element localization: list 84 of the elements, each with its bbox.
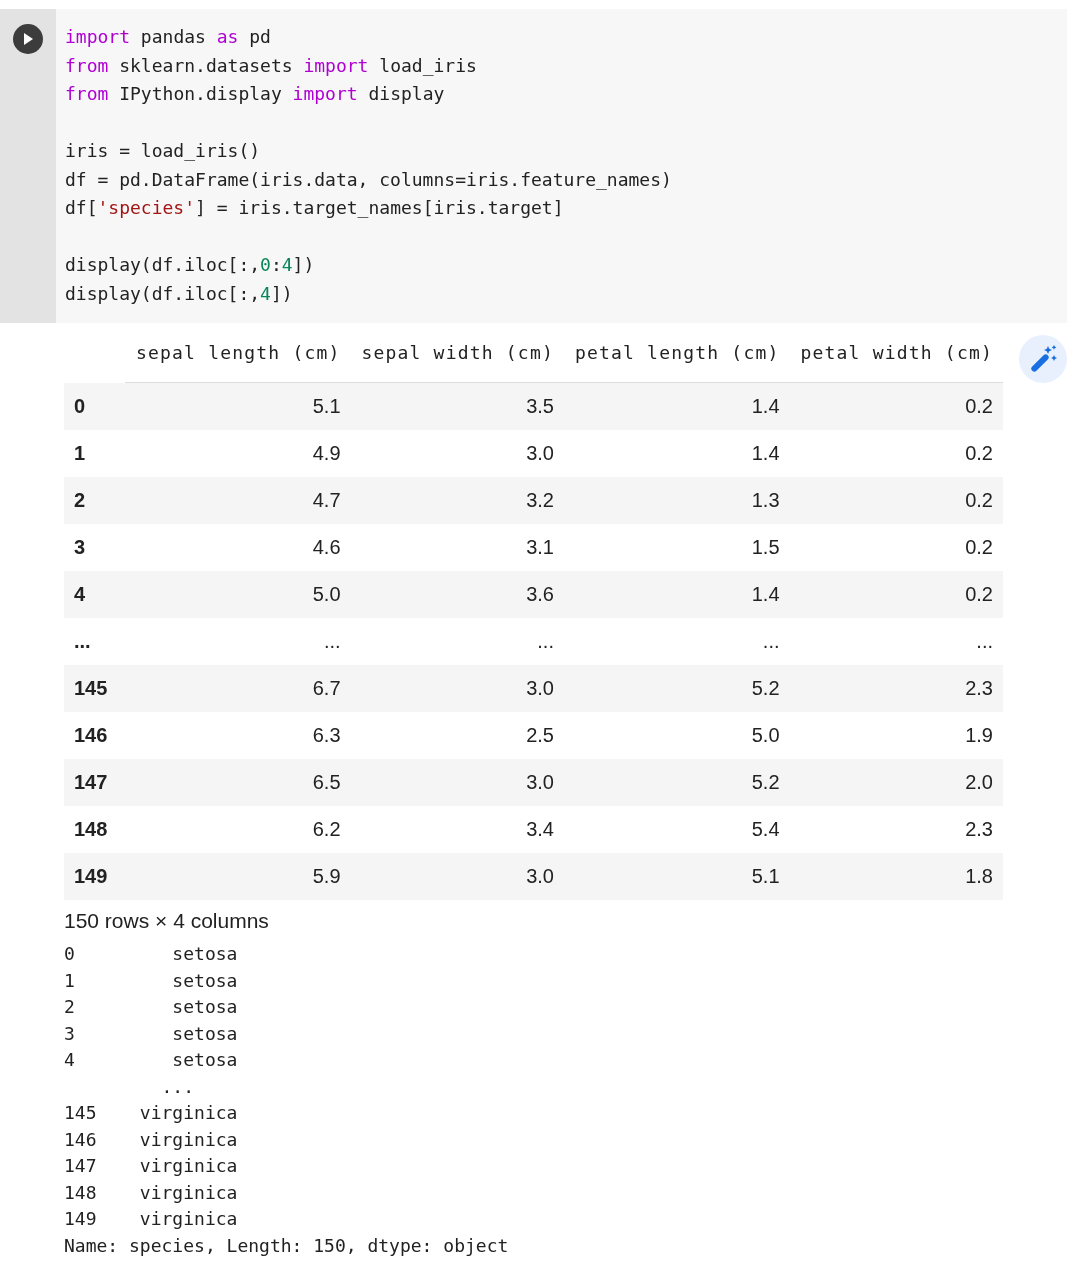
code-line: from IPython.display import display [65,82,446,106]
output-line: ... [160,1074,195,1099]
output-line: 2 setosa [64,995,238,1019]
table-cell: 3.5 [350,382,564,430]
output-line: 1 setosa [64,968,238,993]
table-cell: 2.0 [789,759,1003,806]
table-cell: ... [350,618,564,665]
output-line: 146 virginica [64,1127,238,1152]
table-cell: 1.9 [789,712,1003,759]
output-line: 145 virginica [64,1101,238,1125]
row-index: 145 [64,665,125,712]
table-cell: 3.6 [350,571,564,618]
table-cell: 2.5 [350,712,564,759]
table-cell: 1.8 [789,853,1003,900]
table-cell: 5.1 [564,853,790,900]
row-index: 3 [64,524,125,571]
column-header: petal width (cm) [789,335,1003,383]
row-index: 0 [64,382,125,430]
table-cell: 3.0 [350,430,564,477]
table-cell: 5.4 [564,806,790,853]
row-index: 1 [64,430,125,477]
table-cell: 1.4 [564,571,790,618]
table-cell: 3.1 [350,524,564,571]
table-cell: 0.2 [789,430,1003,477]
table-cell: ... [564,618,790,665]
code-line: display(df.iloc[:,4]) [65,281,294,306]
output-line: 0 setosa [64,942,238,966]
output-line: 4 setosa [64,1048,238,1072]
output-line: 147 virginica [64,1154,238,1178]
table-cell: 1.4 [564,430,790,477]
table-cell: 3.0 [350,853,564,900]
table-cell: 3.0 [350,665,564,712]
table-cell: 1.4 [564,382,790,430]
code-line: display(df.iloc[:,0:4]) [65,253,316,277]
row-index: 147 [64,759,125,806]
code-line: from sklearn.datasets import load_iris [65,53,478,78]
table-cell: ... [789,618,1003,665]
row-index: 148 [64,806,125,853]
table-cell: 0.2 [789,524,1003,571]
table-cell: 5.9 [125,853,351,900]
table-cell: 5.2 [564,665,790,712]
row-index: 2 [64,477,125,524]
magic-wand-button[interactable] [1019,335,1067,383]
table-cell: 0.2 [789,382,1003,430]
output-line: 148 virginica [64,1180,238,1205]
table-cell: 5.0 [125,571,351,618]
table-cell: 4.9 [125,430,351,477]
table-cell: 2.3 [789,806,1003,853]
output-line: 149 virginica [64,1207,238,1231]
play-icon [23,33,33,45]
code-line: import pandas as pd [65,25,272,49]
table-cell: 2.3 [789,665,1003,712]
table-cell: 1.5 [564,524,790,571]
table-cell: 0.2 [789,477,1003,524]
table-cell: 3.0 [350,759,564,806]
output-line: 3 setosa [64,1021,238,1046]
row-index: 4 [64,571,125,618]
code-line: iris = load_iris() [65,139,262,163]
code-line: df = pd.DataFrame(iris.data, columns=iris.feature_names) [65,167,673,192]
run-button[interactable] [13,24,43,54]
table-cell: 6.5 [125,759,351,806]
table-cell: 0.2 [789,571,1003,618]
output-line: Name: species, Length: 150, dtype: object [64,1233,509,1258]
column-header: petal length (cm) [564,335,790,383]
table-cell: 6.7 [125,665,351,712]
column-header: sepal width (cm) [350,335,564,383]
table-cell: ... [125,618,351,665]
table-cell: 4.7 [125,477,351,524]
magic-wand-icon [1028,344,1058,374]
code-line: df['species'] = iris.target_names[iris.target] [65,196,565,220]
table-cell: 5.1 [125,382,351,430]
table-cell: 1.3 [564,477,790,524]
shape-summary: 150 rows × 4 columns [64,909,270,933]
column-header: sepal length (cm) [125,335,351,383]
table-cell: 5.2 [564,759,790,806]
table-cell: 6.2 [125,806,351,853]
table-cell: 6.3 [125,712,351,759]
row-index: ... [64,618,125,665]
table-cell: 3.4 [350,806,564,853]
table-cell: 4.6 [125,524,351,571]
row-index: 146 [64,712,125,759]
table-cell: 3.2 [350,477,564,524]
row-index: 149 [64,853,125,900]
table-cell: 5.0 [564,712,790,759]
